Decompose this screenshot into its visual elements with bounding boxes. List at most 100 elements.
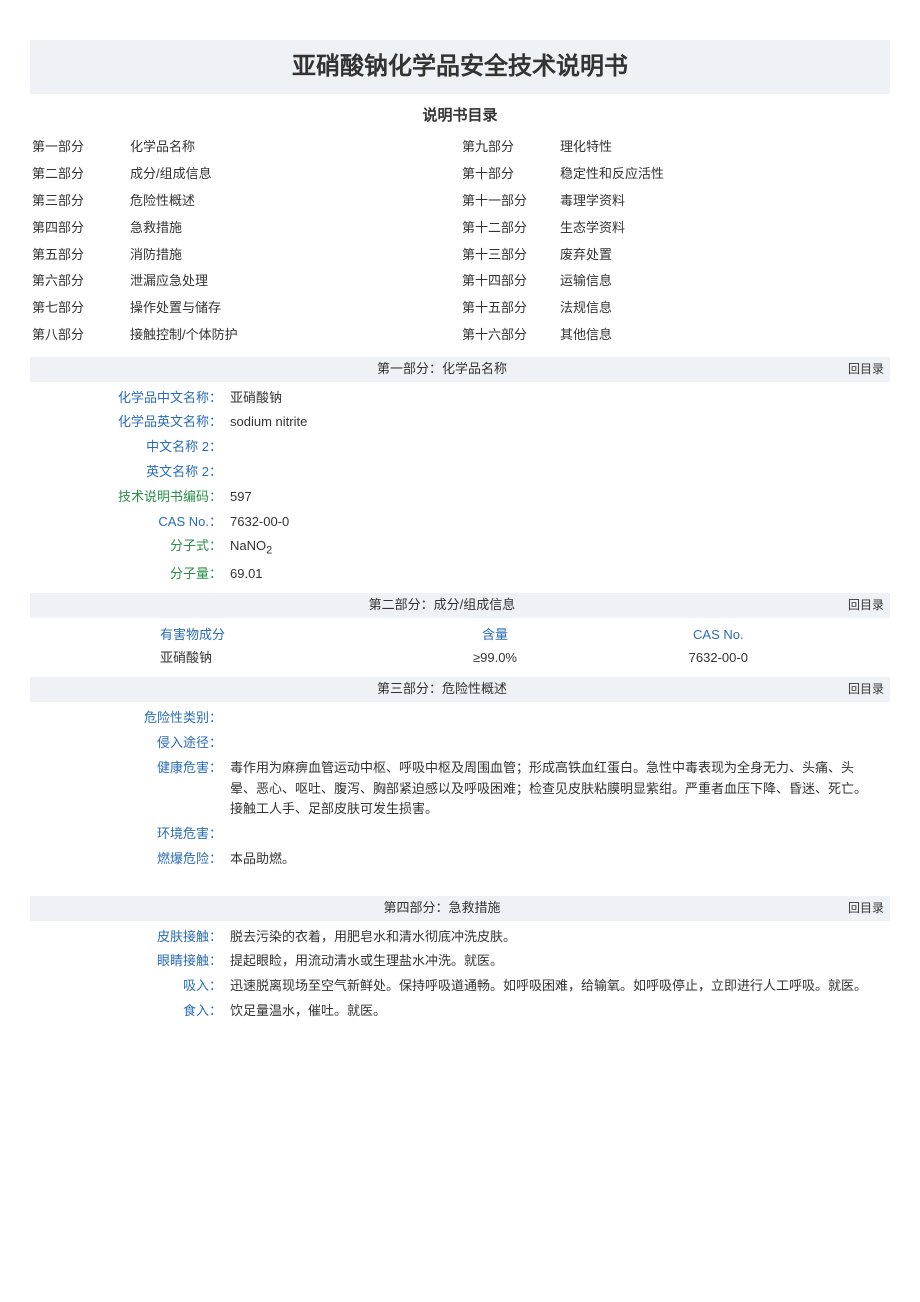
- eye-contact-value: 提起眼睑，用流动清水或生理盐水冲洗。就医。: [230, 951, 890, 972]
- toc-name: 毒理学资料: [560, 191, 890, 212]
- toc-part: 第十四部分: [460, 271, 560, 292]
- toc-name: 操作处置与储存: [130, 298, 460, 319]
- toc-item[interactable]: 第九部分理化特性: [460, 134, 890, 161]
- section-title: 第二部分：成分/组成信息: [36, 595, 848, 616]
- toc-name: 其他信息: [560, 325, 890, 346]
- toc-item[interactable]: 第一部分化学品名称: [30, 134, 460, 161]
- toc-item[interactable]: 第十部分稳定性和反应活性: [460, 161, 890, 188]
- section-header-1: 第一部分：化学品名称 回目录: [30, 357, 890, 382]
- cas-value: 7632-00-0: [230, 512, 890, 533]
- inhalation-value: 迅速脱离现场至空气新鲜处。保持呼吸道通畅。如呼吸困难，给输氧。如呼吸停止，立即进…: [230, 976, 890, 997]
- col-header-cas: CAS No.: [607, 624, 890, 647]
- toc-part: 第十二部分: [460, 218, 560, 239]
- code-label: 技术说明书编码：: [30, 487, 230, 508]
- section-title: 第一部分：化学品名称: [36, 359, 848, 380]
- toc-part: 第七部分: [30, 298, 130, 319]
- health-hazard-value: 毒作用为麻痹血管运动中枢、呼吸中枢及周围血管；形成高铁血红蛋白。急性中毒表现为全…: [230, 758, 890, 820]
- cn-name-label: 化学品中文名称：: [30, 388, 230, 409]
- back-to-toc-link[interactable]: 回目录: [848, 360, 884, 379]
- toc-part: 第五部分: [30, 245, 130, 266]
- toc-heading: 说明书目录: [30, 104, 890, 128]
- cell-content: ≥99.0%: [383, 647, 606, 670]
- section-header-4: 第四部分：急救措施 回目录: [30, 896, 890, 921]
- cell-ingredient: 亚硝酸钠: [30, 647, 383, 670]
- formula-base: NaNO: [230, 538, 266, 553]
- toc-name: 危险性概述: [130, 191, 460, 212]
- mw-label: 分子量：: [30, 564, 230, 585]
- skin-contact-value: 脱去污染的衣着，用肥皂水和清水彻底冲洗皮肤。: [230, 927, 890, 948]
- col-header-content: 含量: [383, 624, 606, 647]
- formula-label: 分子式：: [30, 536, 230, 560]
- inhalation-label: 吸入：: [30, 976, 230, 997]
- cn-name2-value: [230, 437, 890, 458]
- toc-item[interactable]: 第三部分危险性概述: [30, 188, 460, 215]
- toc-part: 第十三部分: [460, 245, 560, 266]
- en-name-label: 化学品英文名称：: [30, 412, 230, 433]
- toc-part: 第四部分: [30, 218, 130, 239]
- ingestion-value: 饮足量温水，催吐。就医。: [230, 1001, 890, 1022]
- toc-part: 第九部分: [460, 137, 560, 158]
- section-title: 第四部分：急救措施: [36, 898, 848, 919]
- toc-part: 第八部分: [30, 325, 130, 346]
- toc-item[interactable]: 第六部分泄漏应急处理: [30, 268, 460, 295]
- toc-part: 第十一部分: [460, 191, 560, 212]
- fire-hazard-label: 燃爆危险：: [30, 849, 230, 870]
- toc-part: 第十部分: [460, 164, 560, 185]
- toc-part: 第一部分: [30, 137, 130, 158]
- toc-part: 第三部分: [30, 191, 130, 212]
- toc-name: 接触控制/个体防护: [130, 325, 460, 346]
- toc-item[interactable]: 第十四部分运输信息: [460, 268, 890, 295]
- toc-name: 化学品名称: [130, 137, 460, 158]
- toc-part: 第十六部分: [460, 325, 560, 346]
- toc-item[interactable]: 第四部分急救措施: [30, 215, 460, 242]
- section-title: 第三部分：危险性概述: [36, 679, 848, 700]
- code-value: 597: [230, 487, 890, 508]
- toc-part: 第十五部分: [460, 298, 560, 319]
- section-header-3: 第三部分：危险性概述 回目录: [30, 677, 890, 702]
- toc-item[interactable]: 第七部分操作处置与储存: [30, 295, 460, 322]
- page-title: 亚硝酸钠化学品安全技术说明书: [30, 40, 890, 94]
- spacer: [30, 872, 890, 890]
- formula-subscript: 2: [266, 545, 272, 557]
- section-header-2: 第二部分：成分/组成信息 回目录: [30, 593, 890, 618]
- toc-name: 运输信息: [560, 271, 890, 292]
- mw-value: 69.01: [230, 564, 890, 585]
- toc-item[interactable]: 第八部分接触控制/个体防护: [30, 322, 460, 349]
- toc-item[interactable]: 第十三部分废弃处置: [460, 242, 890, 269]
- toc-item[interactable]: 第十二部分生态学资料: [460, 215, 890, 242]
- toc-item[interactable]: 第五部分消防措施: [30, 242, 460, 269]
- back-to-toc-link[interactable]: 回目录: [848, 596, 884, 615]
- toc-part: 第六部分: [30, 271, 130, 292]
- cas-label: CAS No.：: [30, 512, 230, 533]
- toc-name: 理化特性: [560, 137, 890, 158]
- col-header-ingredient: 有害物成分: [30, 624, 383, 647]
- toc-name: 消防措施: [130, 245, 460, 266]
- hazard-category-label: 危险性类别：: [30, 708, 230, 729]
- toc-item[interactable]: 第二部分成分/组成信息: [30, 161, 460, 188]
- hazard-category-value: [230, 708, 890, 729]
- table-row: 亚硝酸钠 ≥99.0% 7632-00-0: [30, 647, 890, 670]
- back-to-toc-link[interactable]: 回目录: [848, 899, 884, 918]
- en-name2-value: [230, 462, 890, 483]
- en-name2-label: 英文名称 2：: [30, 462, 230, 483]
- back-to-toc-link[interactable]: 回目录: [848, 680, 884, 699]
- env-hazard-label: 环境危害：: [30, 824, 230, 845]
- cell-cas: 7632-00-0: [607, 647, 890, 670]
- eye-contact-label: 眼睛接触：: [30, 951, 230, 972]
- cn-name-value: 亚硝酸钠: [230, 388, 890, 409]
- toc-item[interactable]: 第十六部分其他信息: [460, 322, 890, 349]
- composition-table: 有害物成分 含量 CAS No. 亚硝酸钠 ≥99.0% 7632-00-0: [30, 622, 890, 672]
- cn-name2-label: 中文名称 2：: [30, 437, 230, 458]
- toc-item[interactable]: 第十一部分毒理学资料: [460, 188, 890, 215]
- entry-route-value: [230, 733, 890, 754]
- health-hazard-label: 健康危害：: [30, 758, 230, 820]
- toc-name: 泄漏应急处理: [130, 271, 460, 292]
- toc-part: 第二部分: [30, 164, 130, 185]
- toc-item[interactable]: 第十五部分法规信息: [460, 295, 890, 322]
- formula-value: NaNO2: [230, 536, 890, 560]
- toc-name: 稳定性和反应活性: [560, 164, 890, 185]
- env-hazard-value: [230, 824, 890, 845]
- table-of-contents: 第一部分化学品名称 第九部分理化特性 第二部分成分/组成信息 第十部分稳定性和反…: [30, 134, 890, 348]
- toc-name: 急救措施: [130, 218, 460, 239]
- toc-name: 法规信息: [560, 298, 890, 319]
